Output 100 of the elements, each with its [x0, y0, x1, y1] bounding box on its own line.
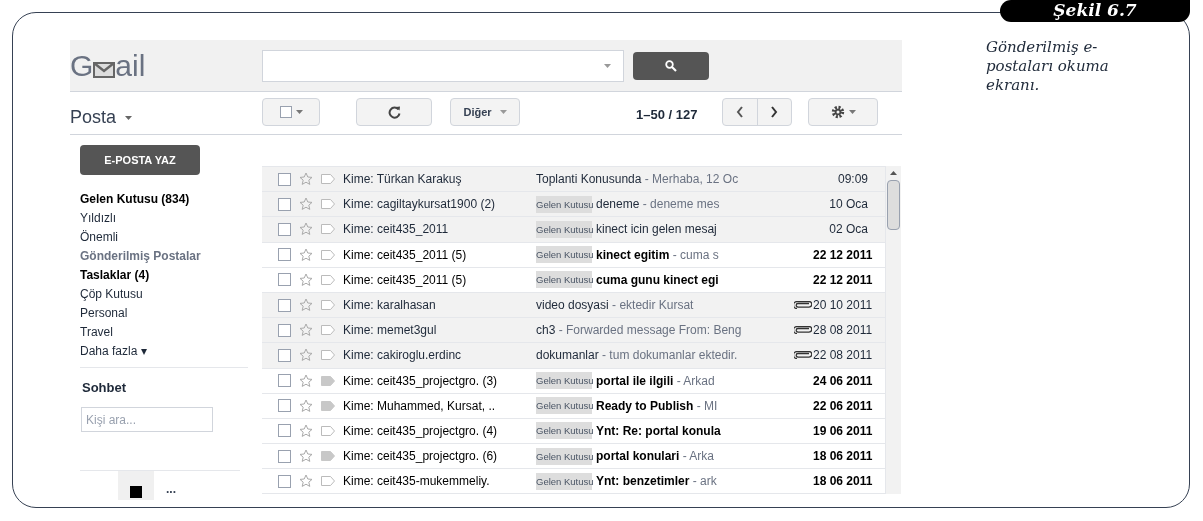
subject-text: Ynt: Re: portal konula [596, 422, 722, 440]
star-icon[interactable] [299, 197, 313, 212]
folder-tag[interactable]: Gelen Kutusu [536, 195, 592, 213]
search-button[interactable] [633, 52, 709, 80]
importance-marker-icon[interactable] [321, 325, 335, 336]
select-button[interactable] [262, 98, 320, 126]
message-row[interactable]: Kime: memet3gul ch3 - Forwarded message From: Beng 28 08 2011 [262, 318, 885, 344]
folder-item[interactable]: Travel [80, 323, 250, 342]
star-icon[interactable] [299, 348, 313, 363]
more-button[interactable]: Diğer [450, 98, 520, 126]
figure-caption: Gönderilmiş e-postaları okuma ekranı. [986, 38, 1110, 95]
star-icon[interactable] [299, 298, 313, 313]
folder-item[interactable]: Daha fazla ▾ [80, 342, 250, 361]
importance-marker-icon[interactable] [321, 300, 335, 311]
folder-tag[interactable]: Gelen Kutusu [536, 472, 592, 490]
folder-item[interactable]: Gelen Kutusu (834) [80, 190, 250, 209]
more-text[interactable]: ... [166, 480, 176, 498]
importance-marker-icon[interactable] [321, 400, 335, 411]
star-icon[interactable] [299, 449, 313, 464]
search-field[interactable] [262, 50, 624, 82]
checkbox[interactable] [278, 374, 291, 388]
caret-icon [848, 110, 856, 114]
folder-item[interactable]: Yıldızlı [80, 209, 250, 228]
folder-item[interactable]: Önemli [80, 228, 250, 247]
chat-title: Sohbet [82, 379, 127, 397]
importance-marker-icon[interactable] [321, 350, 335, 361]
checkbox[interactable] [278, 323, 291, 337]
checkbox[interactable] [278, 424, 291, 438]
figure-badge: Şekil 6.7 [1000, 0, 1190, 22]
star-icon[interactable] [299, 474, 313, 489]
chat-dock-tab[interactable] [118, 471, 154, 500]
folder-item[interactable]: Çöp Kutusu [80, 285, 250, 304]
checkbox[interactable] [278, 298, 291, 312]
importance-marker-icon[interactable] [321, 425, 335, 436]
importance-marker-icon[interactable] [321, 274, 335, 285]
importance-marker-icon[interactable] [321, 199, 335, 210]
star-icon[interactable] [299, 398, 313, 413]
subject-text: video dosyasi - ektedir Kursat [536, 297, 695, 315]
star-icon[interactable] [299, 323, 313, 338]
importance-marker-icon[interactable] [321, 451, 335, 462]
star-icon[interactable] [299, 373, 313, 388]
star-icon[interactable] [299, 272, 313, 287]
checkbox[interactable] [278, 273, 291, 287]
checkbox[interactable] [278, 222, 291, 236]
checkbox[interactable] [278, 172, 291, 186]
sender-text: Kime: ceit435-mukemmeliy. [343, 473, 491, 491]
folder-tag[interactable]: Gelen Kutusu [536, 372, 592, 390]
star-icon[interactable] [299, 222, 313, 237]
star-icon[interactable] [299, 247, 313, 262]
subject-text: ch3 - Forwarded message From: Beng [536, 322, 743, 340]
message-row[interactable]: Kime: Türkan Karakuş Toplanti Konusunda - Merhaba, 12 Oc 09:09 [262, 167, 885, 193]
sender-text: Kime: ceit435_2011 (5) [343, 271, 468, 289]
folder-item[interactable]: Personal [80, 304, 250, 323]
star-icon[interactable] [299, 423, 313, 438]
sender-text: Kime: ceit435_projectgro. (4) [343, 422, 499, 440]
message-row[interactable]: Kime: karalhasan video dosyasi - ektedir Kursat 20 10 2011 [262, 292, 885, 319]
section-menu[interactable]: Posta [70, 104, 133, 131]
message-row[interactable]: Kime: ceit435_2011 Gelen Kutusu kinect icin gelen mesaj 02 Oca [262, 217, 885, 243]
folder-tag[interactable]: Gelen Kutusu [536, 447, 592, 465]
folder-tag[interactable]: Gelen Kutusu [536, 220, 592, 238]
sender-text: Kime: karalhasan [343, 297, 437, 315]
importance-marker-icon[interactable] [321, 476, 335, 487]
subject-text: Ynt: benzetimler - ark [596, 473, 718, 491]
settings-button[interactable] [808, 98, 878, 126]
search-icon [665, 60, 677, 72]
caret-icon [125, 116, 133, 121]
scroll-thumb[interactable] [887, 180, 900, 230]
folder-item[interactable]: Gönderilmiş Postalar [80, 247, 250, 266]
checkbox[interactable] [278, 449, 291, 463]
importance-marker-icon[interactable] [321, 249, 335, 260]
folder-tag[interactable]: Gelen Kutusu [536, 422, 592, 440]
checkbox[interactable] [278, 474, 291, 488]
message-row[interactable]: Kime: cagiltaykursat1900 (2) Gelen Kutusu deneme - deneme mes 10 Oca [262, 192, 885, 218]
checkbox[interactable] [278, 399, 291, 413]
subject-text: deneme - deneme mes [596, 196, 721, 214]
sender-text: Kime: ceit435_2011 [343, 221, 450, 239]
date-text: 09:09 [836, 171, 868, 189]
importance-marker-icon[interactable] [321, 224, 335, 235]
caret-icon [295, 110, 303, 114]
importance-marker-icon[interactable] [321, 375, 335, 386]
folder-tag[interactable]: Gelen Kutusu [536, 271, 592, 289]
folder-item[interactable]: Taslaklar (4) [80, 266, 250, 285]
refresh-button[interactable] [356, 98, 432, 126]
compose-button[interactable]: E-POSTA YAZ [80, 145, 200, 175]
checkbox[interactable] [278, 248, 291, 262]
folder-tag[interactable]: Gelen Kutusu [536, 246, 592, 264]
sender-text: Kime: ceit435_2011 (5) [343, 246, 468, 264]
up-arrow-icon [890, 171, 897, 175]
envelope-icon [93, 62, 116, 78]
people-search-field[interactable]: Kişi ara... [81, 407, 213, 432]
checkbox[interactable] [278, 197, 291, 211]
caret-icon [499, 110, 507, 114]
message-row[interactable]: Kime: cakiroglu.erdinc dokumanlar - tum dokumanlar ektedir. 22 08 2011 [262, 343, 885, 369]
pager-text: 1–50 / 127 [636, 106, 698, 124]
star-icon[interactable] [299, 172, 313, 187]
importance-marker-icon[interactable] [321, 174, 335, 185]
scrollbar[interactable] [885, 166, 901, 494]
folder-tag[interactable]: Gelen Kutusu [536, 397, 592, 415]
checkbox[interactable] [278, 348, 291, 362]
checkbox-icon [279, 106, 292, 118]
